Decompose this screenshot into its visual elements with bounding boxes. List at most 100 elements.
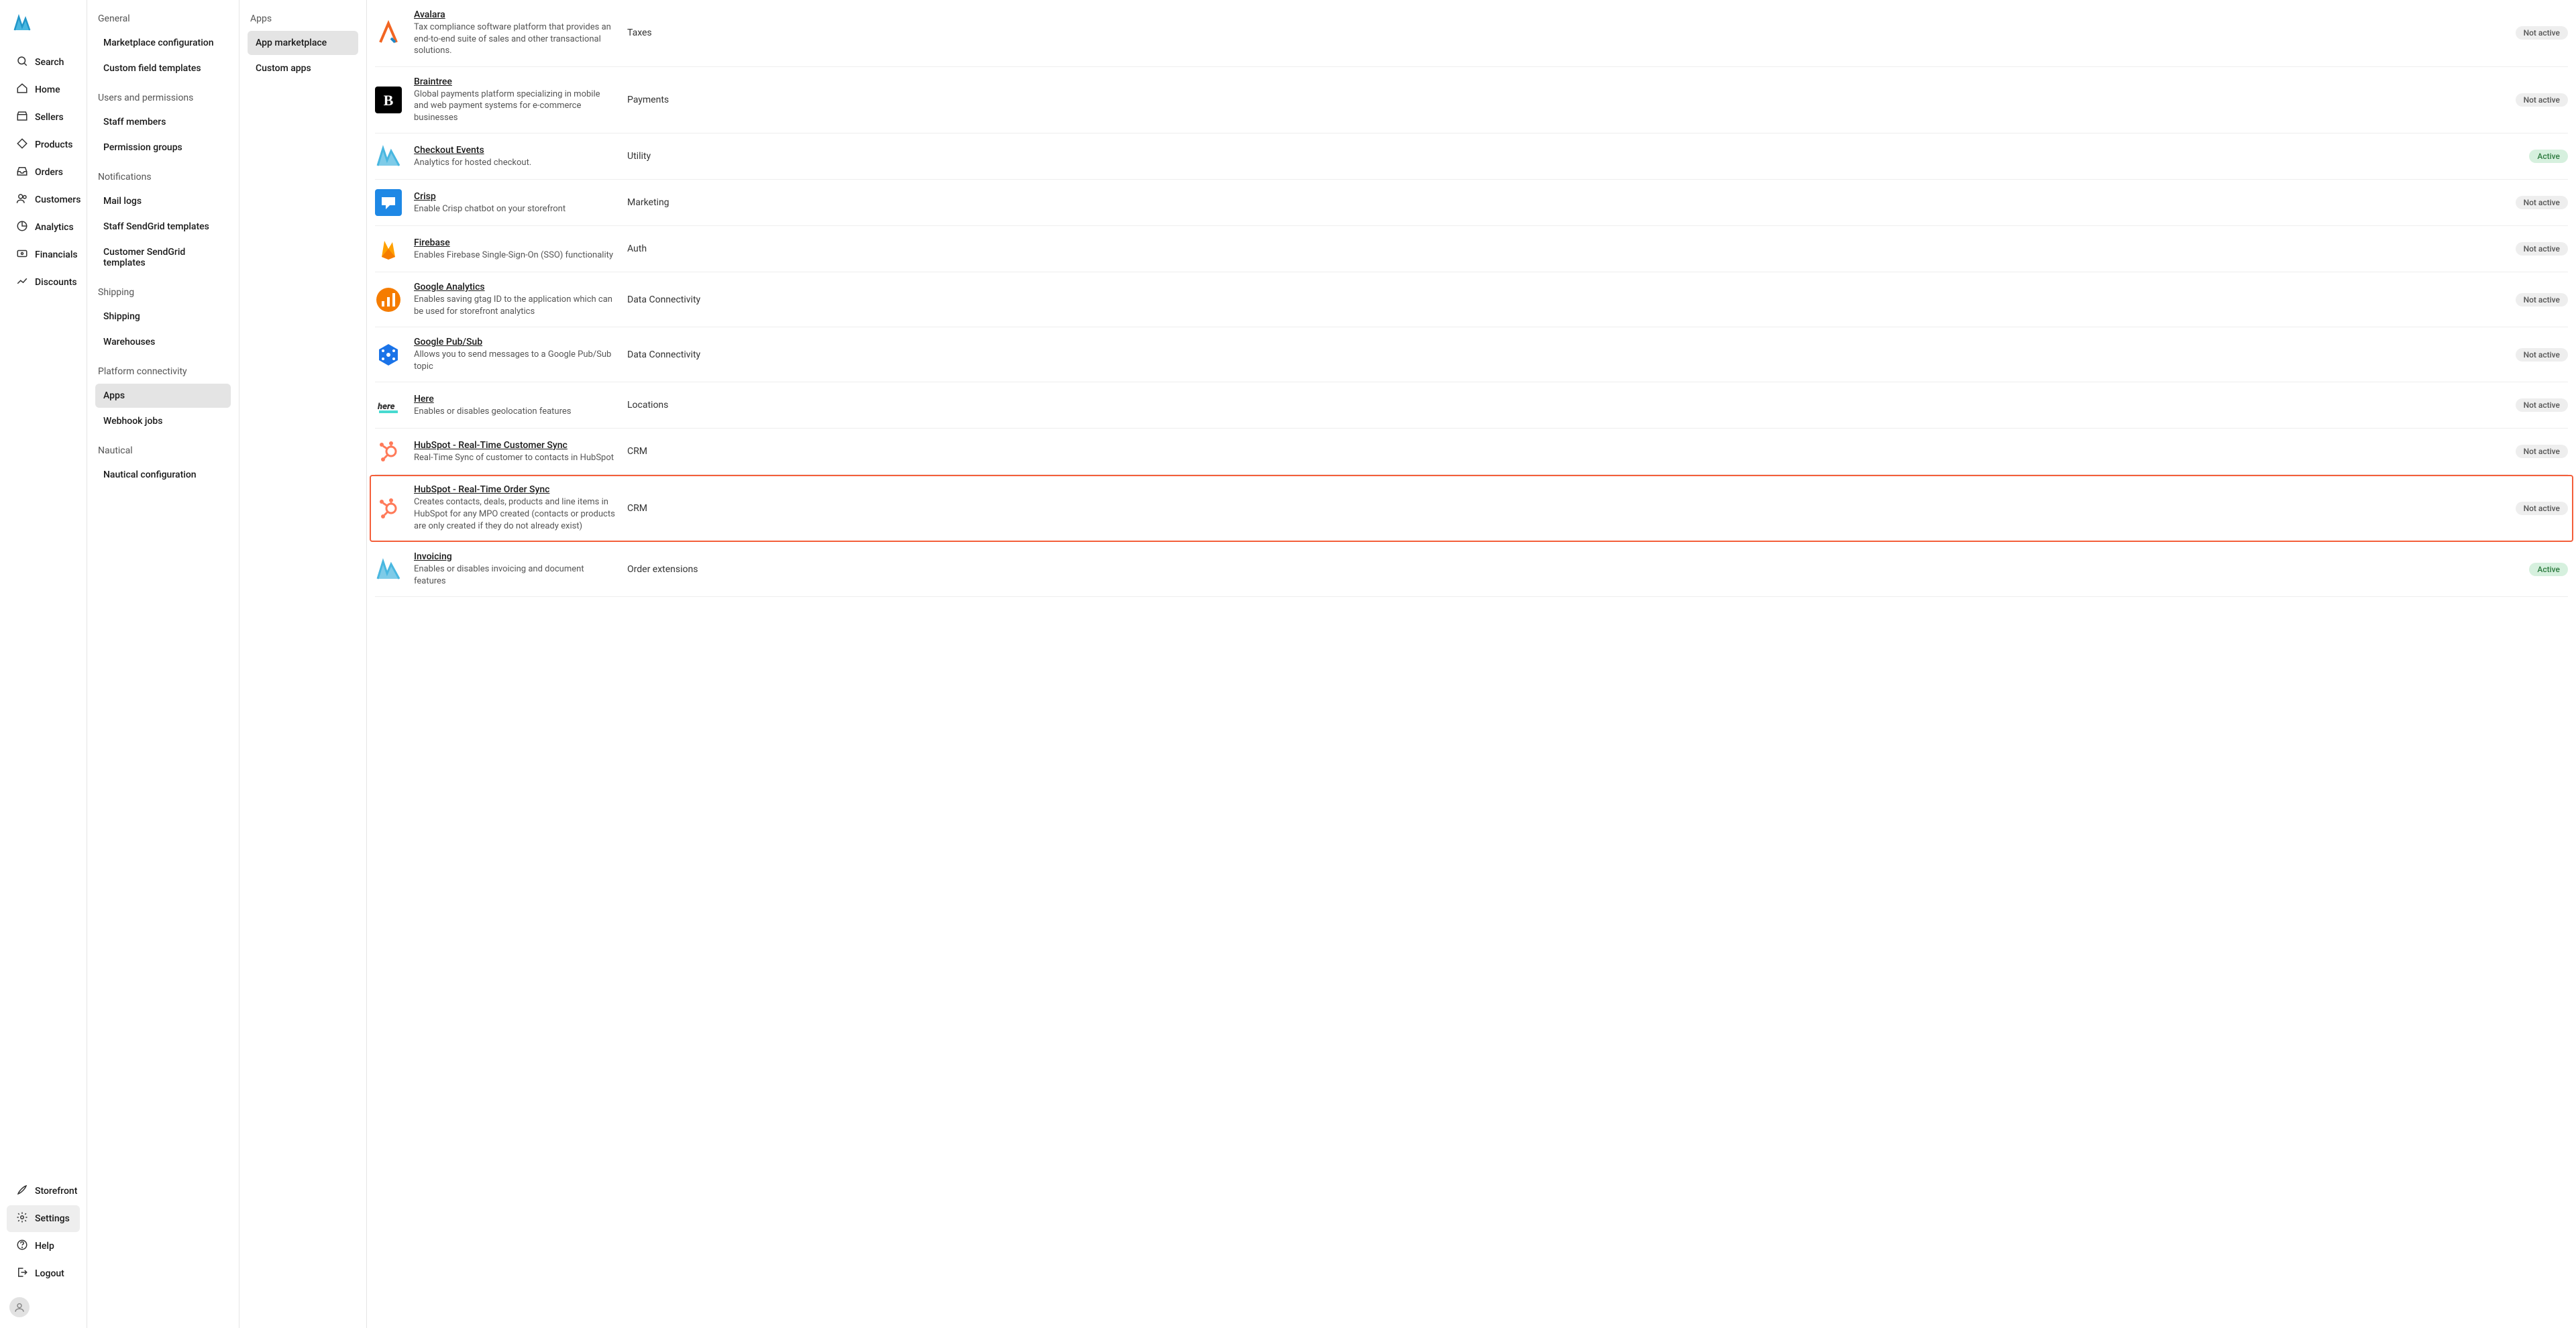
app-category: Locations	[627, 400, 2504, 410]
app-row[interactable]: BBraintreeGlobal payments platform speci…	[375, 67, 2568, 134]
nav-storefront[interactable]: Storefront	[7, 1178, 80, 1205]
app-category: Utility	[627, 151, 2517, 162]
nav-label: Analytics	[35, 222, 74, 233]
settings-group-heading: Nautical	[95, 443, 231, 461]
settings-item[interactable]: Permission groups	[95, 135, 231, 160]
settings-item[interactable]: Webhook jobs	[95, 409, 231, 433]
settings-group-heading: Notifications	[95, 169, 231, 188]
nav-help[interactable]: Help	[7, 1233, 80, 1260]
store-icon	[16, 110, 28, 125]
app-name-link[interactable]: Here	[414, 394, 615, 404]
app-name-link[interactable]: Braintree	[414, 76, 615, 87]
app-description: Enables Firebase Single-Sign-On (SSO) fu…	[414, 250, 615, 262]
status-badge: Not active	[2516, 348, 2568, 362]
app-name-link[interactable]: Checkout Events	[414, 145, 615, 156]
app-icon	[375, 143, 402, 170]
app-row[interactable]: HubSpot - Real-Time Order SyncCreates co…	[370, 475, 2573, 542]
settings-item[interactable]: Apps	[95, 384, 231, 408]
nav-orders[interactable]: Orders	[7, 159, 80, 186]
app-name-link[interactable]: HubSpot - Real-Time Order Sync	[414, 484, 615, 495]
app-icon: B	[375, 87, 402, 113]
nav-discounts[interactable]: Discounts	[7, 269, 80, 296]
app-marketplace-list: AvalaraTax compliance software platform …	[367, 0, 2576, 1328]
settings-item[interactable]: Warehouses	[95, 330, 231, 354]
apps-sidebar: Apps App marketplace Custom apps	[239, 0, 367, 1328]
apps-item-marketplace[interactable]: App marketplace	[248, 31, 358, 55]
settings-group-heading: Platform connectivity	[95, 364, 231, 382]
nav-customers[interactable]: Customers	[7, 186, 80, 213]
status-badge: Not active	[2516, 293, 2568, 307]
app-name-link[interactable]: Firebase	[414, 237, 615, 248]
logo[interactable]	[0, 8, 87, 48]
nav-products[interactable]: Products	[7, 131, 80, 158]
app-name-link[interactable]: Crisp	[414, 191, 615, 202]
app-category: CRM	[627, 446, 2504, 457]
status-badge: Not active	[2516, 26, 2568, 40]
settings-item[interactable]: Mail logs	[95, 189, 231, 213]
nav-settings[interactable]: Settings	[7, 1205, 80, 1232]
nav-home[interactable]: Home	[7, 76, 80, 103]
settings-item[interactable]: Custom field templates	[95, 56, 231, 80]
app-description: Tax compliance software platform that pr…	[414, 21, 615, 57]
app-row[interactable]: Firebase Enables Firebase Single-Sign-On …	[375, 226, 2568, 272]
app-name-link[interactable]: HubSpot - Real-Time Customer Sync	[414, 440, 615, 451]
nav-label: Sellers	[35, 112, 64, 123]
nav-label: Settings	[35, 1213, 70, 1224]
svg-text:B: B	[384, 92, 394, 109]
status-badge: Not active	[2516, 502, 2568, 515]
settings-item[interactable]: Nautical configuration	[95, 463, 231, 487]
app-name-link[interactable]: Avalara	[414, 9, 615, 20]
app-row[interactable]: Checkout EventsAnalytics for hosted chec…	[375, 133, 2568, 180]
primary-sidebar: Search Home Sellers Products Orders Cust…	[0, 0, 87, 1328]
app-row[interactable]: Google Analytics Enables saving gtag ID t…	[375, 272, 2568, 327]
settings-item[interactable]: Marketplace configuration	[95, 31, 231, 55]
app-row[interactable]: HubSpot - Real-Time Customer SyncReal-Ti…	[375, 429, 2568, 475]
status-badge: Not active	[2516, 196, 2568, 209]
app-row[interactable]: AvalaraTax compliance software platform …	[375, 0, 2568, 67]
status-badge: Not active	[2516, 242, 2568, 256]
app-row[interactable]: InvoicingEnables or disables invoicing a…	[375, 542, 2568, 597]
app-icon	[375, 189, 402, 216]
users-icon	[16, 192, 28, 207]
nav-label: Products	[35, 140, 73, 150]
settings-sidebar: GeneralMarketplace configurationCustom f…	[87, 0, 239, 1328]
settings-item[interactable]: Staff members	[95, 110, 231, 134]
app-icon	[375, 341, 402, 368]
app-row[interactable]: CrispEnable Crisp chatbot on your storef…	[375, 180, 2568, 226]
settings-item[interactable]: Shipping	[95, 305, 231, 329]
settings-item[interactable]: Customer SendGrid templates	[95, 240, 231, 275]
inbox-icon	[16, 165, 28, 180]
apps-item-custom[interactable]: Custom apps	[248, 56, 358, 80]
app-category: Taxes	[627, 27, 2504, 38]
user-avatar[interactable]	[9, 1297, 30, 1317]
app-icon	[375, 19, 402, 46]
app-description: Enables or disables geolocation features	[414, 406, 615, 418]
nav-search[interactable]: Search	[7, 49, 80, 76]
app-row[interactable]: Google Pub/SubAllows you to send message…	[375, 327, 2568, 382]
nav-label: Discounts	[35, 277, 77, 288]
nav-sellers[interactable]: Sellers	[7, 104, 80, 131]
app-icon	[375, 235, 402, 262]
app-icon: here	[375, 392, 402, 419]
home-icon	[16, 82, 28, 97]
nav-financials[interactable]: Financials	[7, 241, 80, 268]
brush-icon	[16, 1184, 28, 1199]
nav-logout[interactable]: Logout	[7, 1260, 80, 1287]
settings-item[interactable]: Staff SendGrid templates	[95, 215, 231, 239]
trend-icon	[16, 275, 28, 290]
app-category: Data Connectivity	[627, 294, 2504, 305]
nav-label: Storefront	[35, 1186, 77, 1197]
app-name-link[interactable]: Google Pub/Sub	[414, 337, 615, 347]
app-row[interactable]: here Here Enables or disables geolocation …	[375, 382, 2568, 429]
app-name-link[interactable]: Google Analytics	[414, 282, 615, 292]
app-name-link[interactable]: Invoicing	[414, 551, 615, 562]
app-category: Marketing	[627, 197, 2504, 208]
status-badge: Not active	[2516, 445, 2568, 458]
nav-analytics[interactable]: Analytics	[7, 214, 80, 241]
app-icon	[375, 286, 402, 313]
app-category: Auth	[627, 243, 2504, 254]
app-description: Analytics for hosted checkout.	[414, 157, 615, 169]
app-description: Enables saving gtag ID to the applicatio…	[414, 294, 615, 317]
app-description: Enable Crisp chatbot on your storefront	[414, 203, 615, 215]
nav-label: Orders	[35, 167, 63, 178]
